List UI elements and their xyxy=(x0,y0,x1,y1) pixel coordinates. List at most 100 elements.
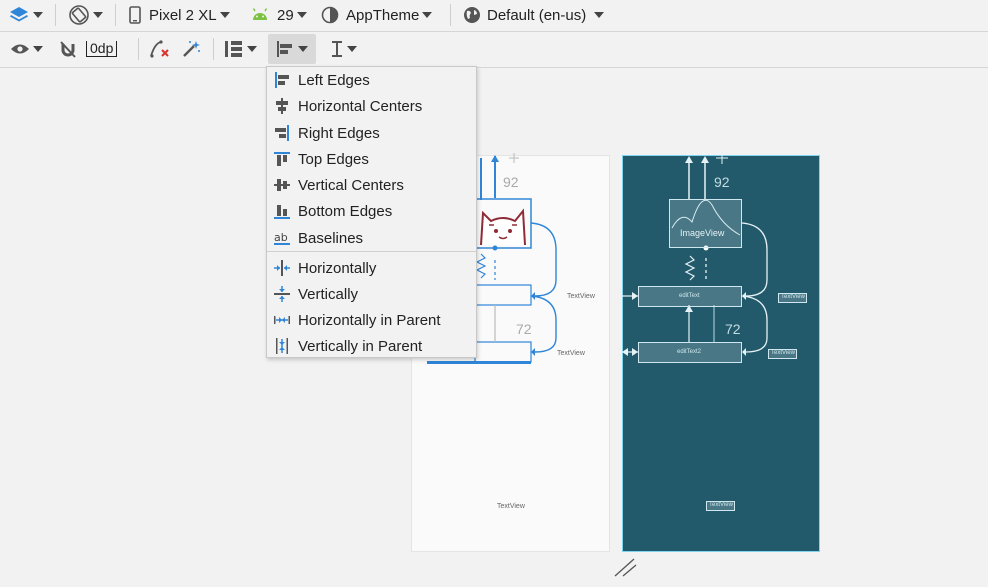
menu-item-label: Horizontal Centers xyxy=(298,97,423,115)
clear-constraints-button[interactable] xyxy=(149,37,171,61)
theme-selector[interactable]: AppTheme xyxy=(321,3,433,27)
menu-item-label: Vertical Centers xyxy=(298,176,404,194)
pack-button[interactable] xyxy=(224,37,257,61)
infer-constraints-button[interactable] xyxy=(181,37,201,61)
resize-handle-icon[interactable] xyxy=(612,555,640,579)
clear-constraints-icon xyxy=(149,39,171,59)
textview-box[interactable]: TextView xyxy=(778,293,807,303)
theme-name: AppTheme xyxy=(346,6,420,24)
cat-image xyxy=(477,201,529,247)
center-vertically-in-parent-icon xyxy=(274,338,290,354)
menu-item-label: Horizontally xyxy=(298,259,377,277)
menu-item-label: Right Edges xyxy=(298,124,380,142)
edittext-box[interactable]: editText2 xyxy=(638,342,742,363)
menu-item-top-edges[interactable]: Top Edges xyxy=(267,146,476,172)
pack-icon xyxy=(224,39,244,59)
device-selector[interactable]: Pixel 2 XL xyxy=(129,3,230,27)
menu-item-vertical-centers[interactable]: Vertical Centers xyxy=(267,172,476,198)
imageview-box[interactable]: ImageView xyxy=(669,199,742,248)
align-baselines-icon: ab xyxy=(274,230,290,246)
locale-name: Default (en-us) xyxy=(487,6,587,24)
android-icon xyxy=(251,8,269,22)
edittext-label: editText2 xyxy=(677,349,702,355)
rotate-device-icon xyxy=(68,4,90,26)
center-horizontally-icon xyxy=(274,260,290,276)
margin-label-top: 92 xyxy=(714,174,730,190)
guidelines-button[interactable] xyxy=(330,37,357,61)
toolbar-layout: 0dp xyxy=(0,32,988,68)
chevron-down-icon xyxy=(247,46,257,52)
textview-label: TextView xyxy=(771,350,795,356)
textview-label: TextView xyxy=(781,294,805,300)
phone-icon xyxy=(129,6,141,24)
align-bottom-edges-icon xyxy=(274,203,290,219)
center-horizontally-in-parent-icon xyxy=(274,312,290,328)
chevron-down-icon xyxy=(296,12,307,18)
menu-item-label: Top Edges xyxy=(298,150,369,168)
center-vertically-icon xyxy=(274,286,290,302)
layers-icon xyxy=(8,5,30,25)
textview-box[interactable]: TextView xyxy=(768,349,797,359)
edittext-box[interactable]: editText xyxy=(638,286,742,307)
margin-label-mid: 72 xyxy=(516,321,532,337)
divider xyxy=(213,38,214,60)
align-left-icon xyxy=(276,40,294,58)
menu-item-bottom-edges[interactable]: Bottom Edges xyxy=(267,198,476,224)
device-name: Pixel 2 XL xyxy=(149,6,217,24)
divider xyxy=(450,4,451,26)
menu-item-label: Horizontally in Parent xyxy=(298,311,441,329)
menu-item-label: Baselines xyxy=(298,229,364,247)
menu-item-horizontally[interactable]: Horizontally xyxy=(267,255,476,281)
divider xyxy=(138,38,139,60)
menu-item-vertically[interactable]: Vertically xyxy=(267,281,476,307)
align-horizontal-centers-icon xyxy=(274,98,290,114)
menu-item-horizontal-centers[interactable]: Horizontal Centers xyxy=(267,93,476,119)
chevron-down-icon xyxy=(298,46,308,52)
chevron-down-icon xyxy=(33,12,43,18)
menu-item-vertically-in-parent[interactable]: Vertically in Parent xyxy=(267,333,476,359)
default-margin-button[interactable]: 0dp xyxy=(86,37,118,61)
menu-item-label: Vertically xyxy=(298,285,359,303)
align-right-edges-icon xyxy=(274,125,290,141)
menu-item-label: Vertically in Parent xyxy=(298,337,423,355)
api-level-selector[interactable]: 29 xyxy=(251,3,307,27)
guideline-icon xyxy=(330,39,344,59)
divider xyxy=(115,4,116,26)
menu-item-horizontally-in-parent[interactable]: Horizontally in Parent xyxy=(267,307,476,333)
textview-label[interactable]: TextView xyxy=(557,350,585,357)
chevron-down-icon xyxy=(422,12,433,18)
edittext-label: editText xyxy=(679,293,700,299)
align-top-edges-icon xyxy=(274,151,290,167)
toolbar-top: Pixel 2 XL 29 AppTheme Default (en-us) xyxy=(0,0,988,32)
view-options-button[interactable] xyxy=(10,37,43,61)
menu-item-left-edges[interactable]: Left Edges xyxy=(267,67,476,93)
textview-box[interactable]: TextView xyxy=(706,501,735,511)
align-vertical-centers-icon xyxy=(274,177,290,193)
chevron-down-icon xyxy=(93,12,103,18)
autoconnect-toggle[interactable] xyxy=(58,37,78,61)
magnet-off-icon xyxy=(58,39,78,59)
chevron-down-icon xyxy=(33,46,43,52)
design-surface-button[interactable] xyxy=(8,3,43,27)
align-menu: Left Edges Horizontal Centers Right Edge… xyxy=(266,66,477,358)
chevron-down-icon xyxy=(219,12,230,18)
chevron-down-icon xyxy=(594,12,605,18)
menu-item-right-edges[interactable]: Right Edges xyxy=(267,120,476,146)
menu-item-label: Left Edges xyxy=(298,71,370,89)
textview-label[interactable]: TextView xyxy=(497,503,525,510)
eye-icon xyxy=(10,42,30,56)
align-button[interactable] xyxy=(268,34,316,64)
menu-item-baselines[interactable]: ab Baselines xyxy=(267,225,476,251)
imageview-label: ImageView xyxy=(680,228,725,238)
theme-icon xyxy=(321,6,339,24)
margin-label-mid: 72 xyxy=(725,321,741,337)
locale-selector[interactable]: Default (en-us) xyxy=(463,3,605,27)
menu-item-label: Bottom Edges xyxy=(298,202,393,220)
orientation-button[interactable] xyxy=(68,3,103,27)
default-margin-value: 0dp xyxy=(86,41,118,57)
textview-label: TextView xyxy=(709,502,733,508)
textview-label[interactable]: TextView xyxy=(567,293,595,300)
magic-wand-icon xyxy=(181,39,201,59)
api-level: 29 xyxy=(277,6,294,24)
globe-icon xyxy=(463,6,481,24)
